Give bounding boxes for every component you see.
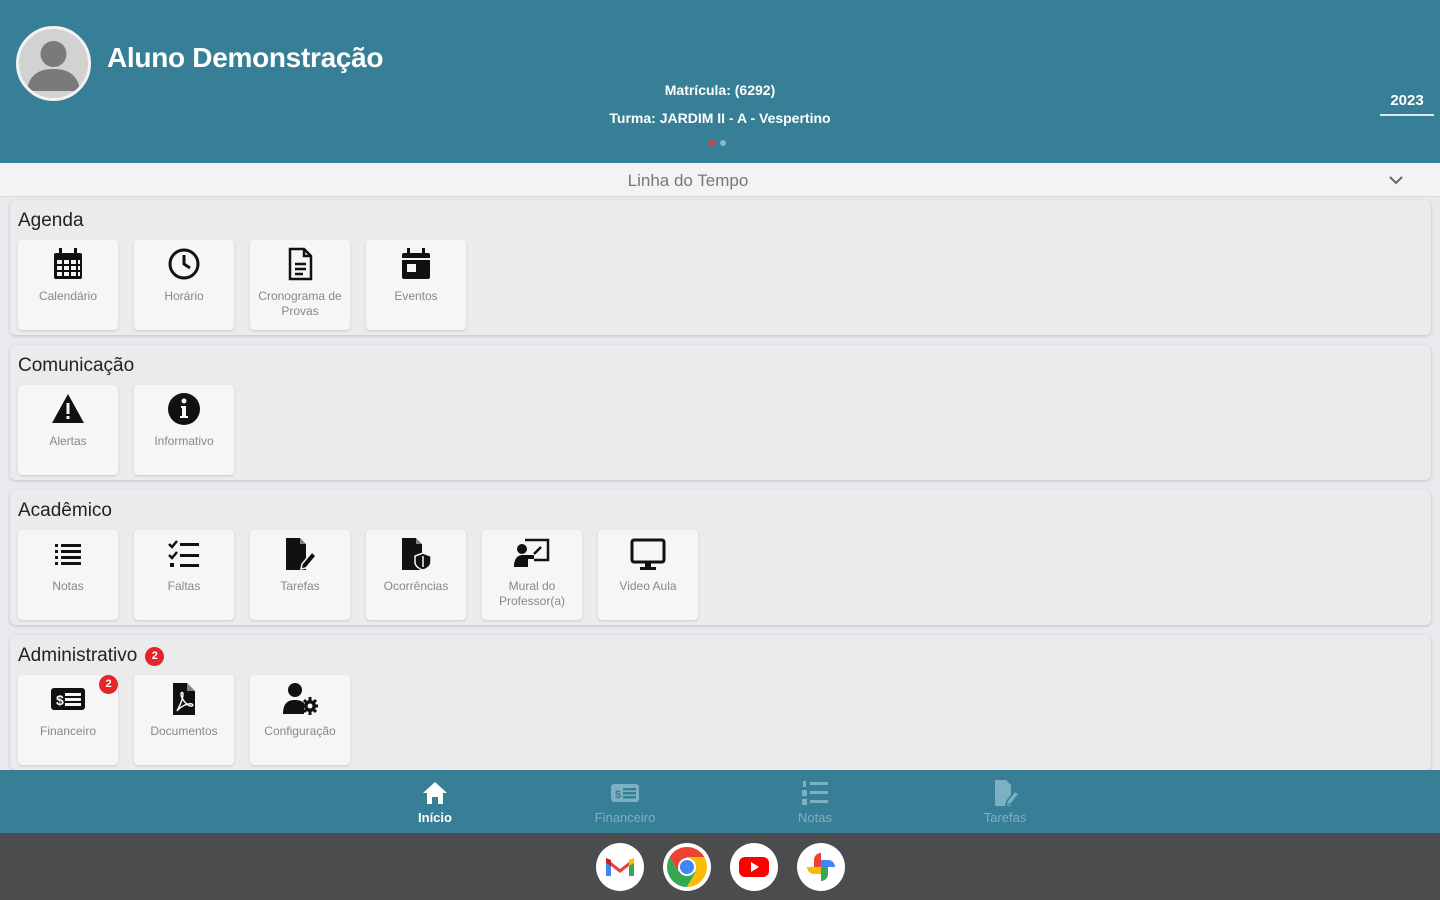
carousel-dot[interactable] <box>720 140 726 146</box>
home-icon <box>423 782 447 804</box>
numbered-list-icon <box>802 781 828 805</box>
carousel-dots[interactable] <box>709 140 726 146</box>
tile-label: Cronograma de Provas <box>258 289 342 318</box>
event-calendar-icon <box>402 248 430 279</box>
tile-informativo[interactable]: Informativo <box>134 385 234 475</box>
nav-notas[interactable]: Notas <box>765 778 865 825</box>
checklist-icon <box>168 540 199 567</box>
tile-alertas[interactable]: Alertas <box>18 385 118 475</box>
section-comunicacao: Comunicação Alertas Informativo <box>10 345 1431 480</box>
tile-tarefas[interactable]: Tarefas <box>250 530 350 620</box>
tile-label: Financeiro <box>39 724 97 738</box>
tile-horario[interactable]: Horário <box>134 240 234 330</box>
nav-financeiro[interactable]: $ Financeiro <box>575 778 675 825</box>
monitor-icon <box>630 538 666 570</box>
tile-label: Ocorrências <box>383 579 449 593</box>
tile-faltas[interactable]: Faltas <box>134 530 234 620</box>
app-header: Aluno Demonstração Matrícula: (6292) Tur… <box>0 0 1440 163</box>
tile-label: Documentos <box>150 724 218 738</box>
file-shield-icon <box>402 538 432 571</box>
calendar-icon <box>54 248 82 279</box>
tile-label: Alertas <box>49 434 87 448</box>
svg-text:$: $ <box>56 692 64 708</box>
system-dock <box>0 833 1440 900</box>
tile-notas[interactable]: Notas <box>18 530 118 620</box>
tile-calendario[interactable]: Calendário <box>18 240 118 330</box>
user-avatar-icon <box>27 41 80 91</box>
carousel-dot-active[interactable] <box>709 140 715 146</box>
tile-label: Video Aula <box>619 579 677 593</box>
document-icon <box>288 247 313 281</box>
tile-label: Faltas <box>167 579 201 593</box>
nav-tarefas[interactable]: Tarefas <box>955 778 1055 825</box>
tile-financeiro[interactable]: $ 2 Financeiro <box>18 675 118 765</box>
notification-badge: 2 <box>99 675 118 694</box>
section-title: Acadêmico <box>18 500 112 521</box>
file-edit-icon <box>286 538 318 570</box>
timeline-toggle[interactable]: Linha do Tempo <box>0 163 1440 197</box>
photos-icon <box>807 853 835 881</box>
nav-label: Início <box>418 810 452 825</box>
tile-label: Configuração <box>264 724 336 738</box>
section-academico: Acadêmico Notas Faltas Tarefas Ocorrênci… <box>10 490 1431 625</box>
chalkboard-teacher-icon <box>514 538 550 567</box>
notification-badge: 2 <box>145 646 165 666</box>
money-bill-icon: $ <box>51 688 85 710</box>
tile-label: Informativo <box>154 434 214 448</box>
tile-label: Calendário <box>38 289 98 303</box>
tile-eventos[interactable]: Eventos <box>366 240 466 330</box>
tile-label: Mural do Professor(a) <box>498 579 566 608</box>
gmail-app[interactable] <box>596 843 644 891</box>
tile-label: Horário <box>164 289 204 303</box>
chevron-down-icon[interactable] <box>1386 171 1406 189</box>
file-edit-icon <box>995 780 1020 806</box>
nav-label: Tarefas <box>983 810 1027 825</box>
tile-configuracao[interactable]: Configuração <box>250 675 350 765</box>
turma-text: Turma: JARDIM II - A - Vespertino <box>609 110 831 126</box>
info-icon <box>168 393 200 425</box>
matricula-text: Matrícula: (6292) <box>664 82 776 98</box>
user-gear-icon <box>283 683 318 715</box>
pdf-file-icon <box>173 683 195 715</box>
list-icon <box>55 544 81 565</box>
youtube-icon <box>739 857 769 877</box>
gmail-icon <box>606 858 634 876</box>
year-selector[interactable]: 2023 <box>1380 90 1434 116</box>
section-title: Agenda <box>18 210 84 231</box>
tile-ocorrencias[interactable]: Ocorrências <box>366 530 466 620</box>
money-bill-icon: $ <box>611 784 639 802</box>
tile-cronograma-de-provas[interactable]: Cronograma de Provas <box>250 240 350 330</box>
tile-mural-do-professor[interactable]: Mural do Professor(a) <box>482 530 582 620</box>
chrome-app[interactable] <box>663 843 711 891</box>
tile-video-aula[interactable]: Video Aula <box>598 530 698 620</box>
photos-app[interactable] <box>797 843 845 891</box>
section-title: Administrativo <box>18 645 138 666</box>
warning-icon <box>52 394 84 423</box>
nav-inicio[interactable]: Início <box>385 778 485 825</box>
nav-label: Financeiro <box>594 810 656 825</box>
nav-label: Notas <box>798 810 832 825</box>
tile-documentos[interactable]: Documentos <box>134 675 234 765</box>
youtube-app[interactable] <box>730 843 778 891</box>
tile-label: Tarefas <box>280 579 320 593</box>
bottom-navigation: Início $ Financeiro Notas Tarefas <box>0 770 1440 833</box>
avatar[interactable] <box>16 26 91 101</box>
section-administrativo: Administrativo 2 $ 2 Financeiro Document… <box>10 635 1431 770</box>
svg-text:$: $ <box>615 789 621 801</box>
tile-label: Eventos <box>394 289 438 303</box>
clock-icon <box>168 248 200 280</box>
tile-label: Notas <box>52 579 84 593</box>
section-title: Comunicação <box>18 355 135 376</box>
section-agenda: Agenda Calendário Horário Cronograma de … <box>10 200 1431 335</box>
timeline-label: Linha do Tempo <box>627 171 749 190</box>
student-name: Aluno Demonstração <box>107 42 384 73</box>
chrome-icon <box>665 845 709 889</box>
